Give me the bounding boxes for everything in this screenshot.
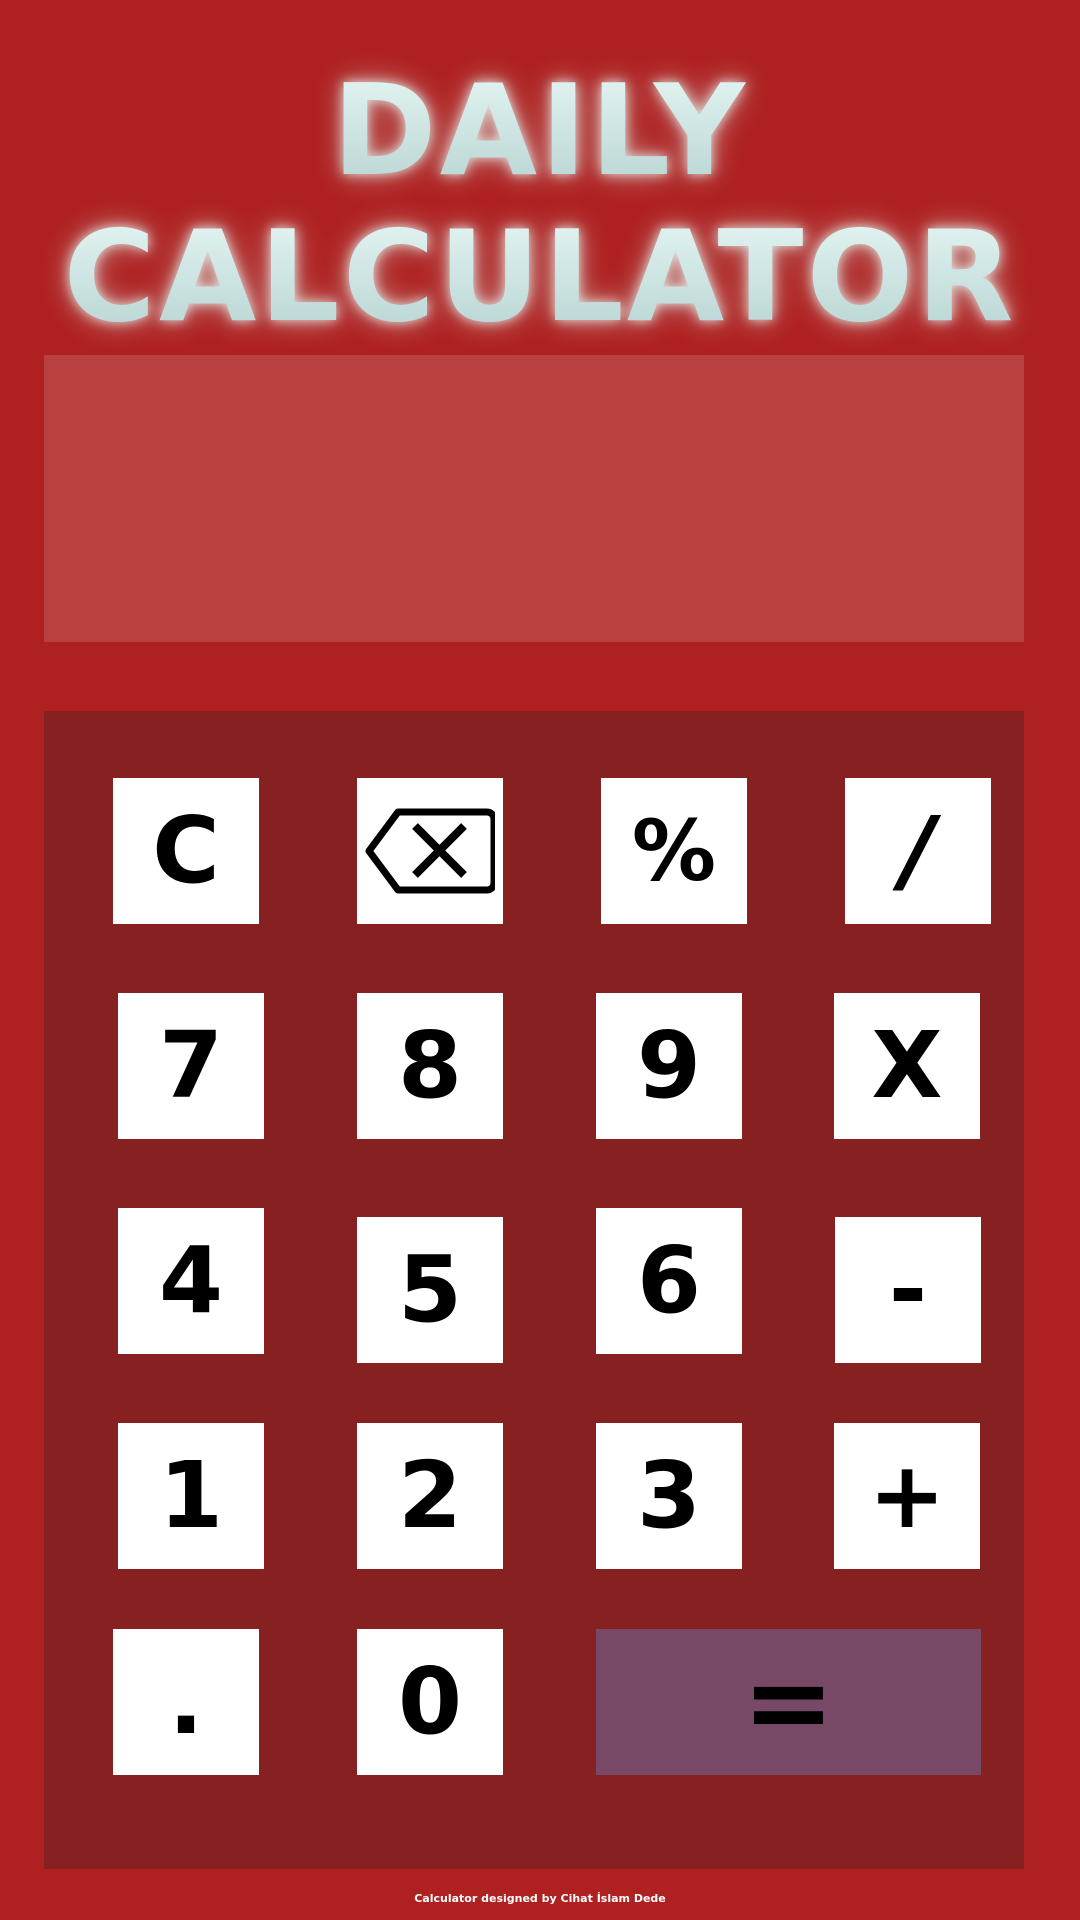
plus-label: + (868, 1442, 946, 1549)
divide-button[interactable]: / (845, 778, 991, 924)
digit-9-button[interactable]: 9 (596, 993, 742, 1139)
minus-label: - (888, 1236, 928, 1343)
digit-3-button[interactable]: 3 (596, 1423, 742, 1569)
digit-4-label: 4 (158, 1227, 223, 1334)
digit-7-button[interactable]: 7 (118, 993, 264, 1139)
clear-button[interactable]: C (113, 778, 259, 924)
digit-8-button[interactable]: 8 (357, 993, 503, 1139)
multiply-label: X (871, 1012, 943, 1119)
keypad: C % / 7 8 9 X 4 5 6 - 1 2 3 + . 0 = (44, 711, 1024, 1869)
digit-9-label: 9 (636, 1012, 701, 1119)
app-title-line-2: CALCULATOR (0, 214, 1080, 340)
digit-6-button[interactable]: 6 (596, 1208, 742, 1354)
digit-7-label: 7 (158, 1012, 223, 1119)
digit-3-label: 3 (636, 1442, 701, 1549)
decimal-label: . (168, 1648, 204, 1755)
calculator-display (44, 355, 1024, 642)
plus-button[interactable]: + (834, 1423, 980, 1569)
digit-2-button[interactable]: 2 (357, 1423, 503, 1569)
backspace-button[interactable] (357, 778, 503, 924)
digit-1-button[interactable]: 1 (118, 1423, 264, 1569)
minus-button[interactable]: - (835, 1217, 981, 1363)
divide-label: / (901, 797, 935, 904)
clear-label: C (152, 797, 220, 904)
digit-8-label: 8 (397, 1012, 462, 1119)
digit-1-label: 1 (158, 1442, 223, 1549)
decimal-button[interactable]: . (113, 1629, 259, 1775)
percent-label: % (631, 802, 717, 900)
designer-credit: Calculator designed by Cihat İslam Dede (414, 1892, 666, 1905)
digit-0-label: 0 (397, 1648, 462, 1755)
digit-6-label: 6 (636, 1227, 701, 1334)
app-title-line-1: DAILY (0, 68, 1080, 194)
equals-label: = (742, 1638, 835, 1766)
digit-0-button[interactable]: 0 (357, 1629, 503, 1775)
digit-4-button[interactable]: 4 (118, 1208, 264, 1354)
digit-2-label: 2 (397, 1442, 462, 1549)
percent-button[interactable]: % (601, 778, 747, 924)
backspace-icon (365, 808, 495, 894)
equals-button[interactable]: = (596, 1629, 981, 1775)
multiply-button[interactable]: X (834, 993, 980, 1139)
digit-5-label: 5 (397, 1236, 462, 1343)
digit-5-button[interactable]: 5 (357, 1217, 503, 1363)
